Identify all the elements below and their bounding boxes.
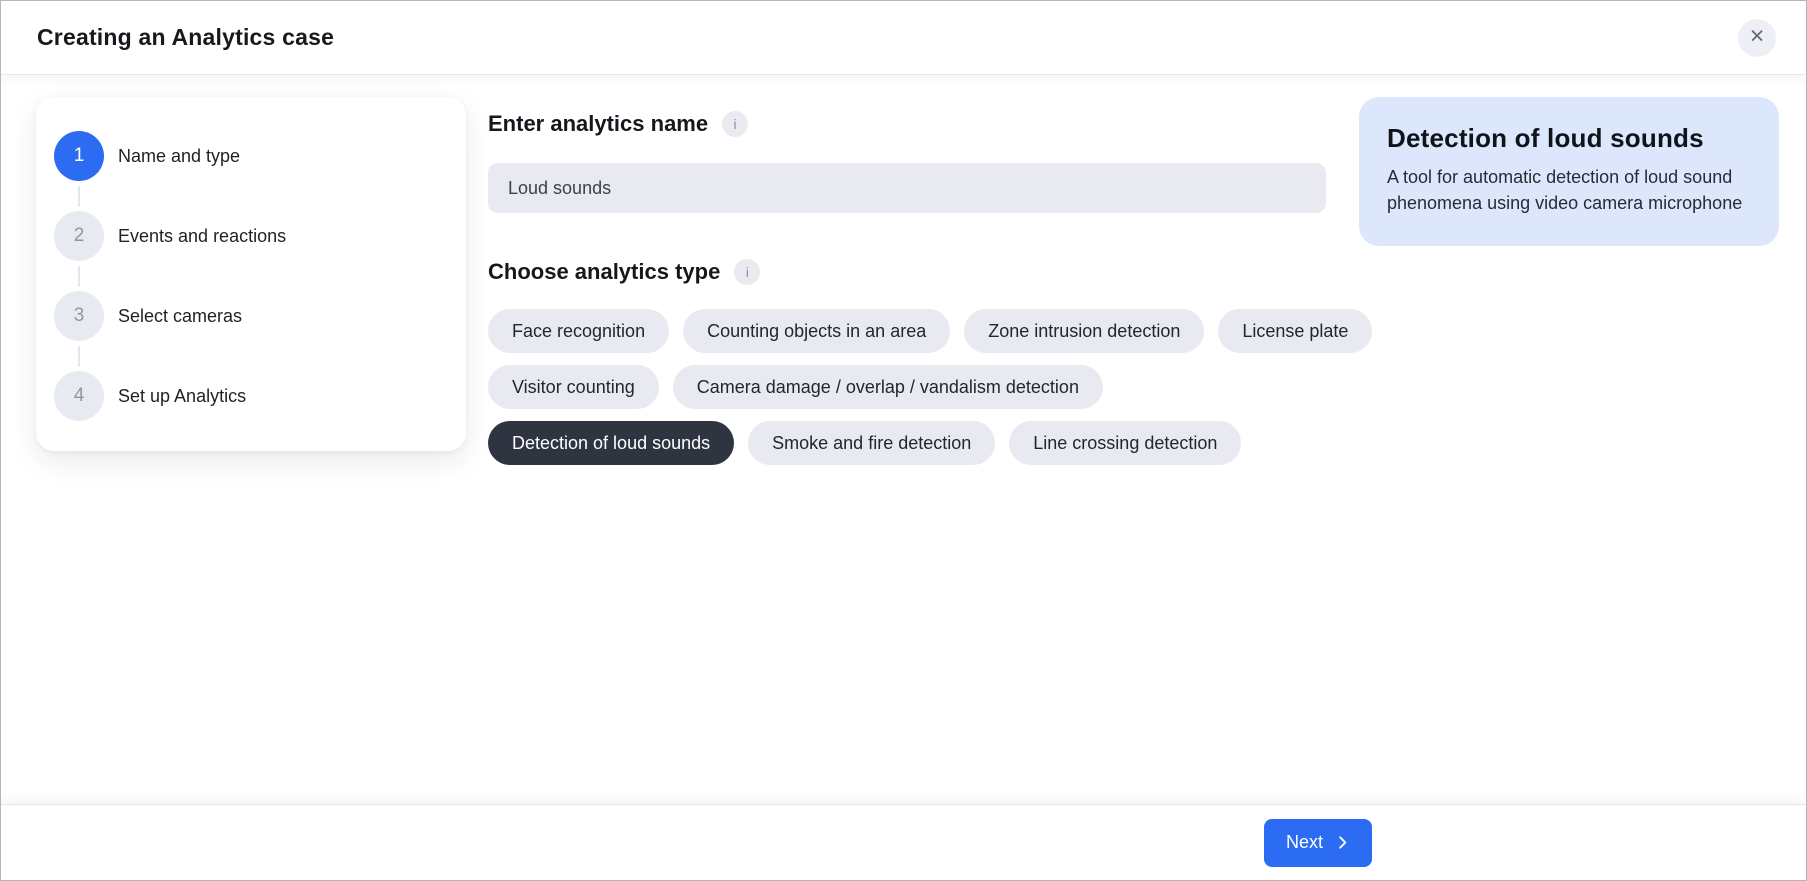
close-icon: × <box>1750 24 1765 49</box>
main-content: Enter analytics name i Choose analytics … <box>488 97 1326 477</box>
analytics-type-chip[interactable]: Zone intrusion detection <box>964 309 1204 353</box>
info-panel-description: A tool for automatic detection of loud s… <box>1387 164 1751 216</box>
stepper-step[interactable]: 3 Select cameras <box>54 291 442 341</box>
analytics-type-chip[interactable]: Face recognition <box>488 309 669 353</box>
analytics-case-modal: Creating an Analytics case × 1 Name and … <box>0 0 1807 881</box>
step-number-badge: 2 <box>54 211 104 261</box>
step-number-badge: 3 <box>54 291 104 341</box>
stepper: 1 Name and type 2 Events and reactions 3… <box>54 131 442 421</box>
stepper-card: 1 Name and type 2 Events and reactions 3… <box>36 97 466 451</box>
info-icon[interactable]: i <box>734 259 760 285</box>
step-number-badge: 4 <box>54 371 104 421</box>
info-panel-title: Detection of loud sounds <box>1387 123 1751 154</box>
analytics-type-chip[interactable]: Counting objects in an area <box>683 309 950 353</box>
page-title: Creating an Analytics case <box>37 24 334 51</box>
stepper-step[interactable]: 1 Name and type <box>54 131 442 181</box>
modal-footer: Next <box>1 804 1806 880</box>
next-button[interactable]: Next <box>1264 819 1372 867</box>
step-label: Select cameras <box>118 306 242 327</box>
analytics-name-input[interactable] <box>488 163 1326 213</box>
analytics-type-chip[interactable]: Smoke and fire detection <box>748 421 995 465</box>
analytics-type-chip[interactable]: Detection of loud sounds <box>488 421 734 465</box>
name-section-title: Enter analytics name <box>488 111 708 137</box>
step-label: Set up Analytics <box>118 386 246 407</box>
chevron-right-icon <box>1335 835 1350 850</box>
analytics-type-chip[interactable]: Visitor counting <box>488 365 659 409</box>
analytics-info-panel: Detection of loud sounds A tool for auto… <box>1359 97 1779 246</box>
analytics-type-chips: Face recognition Counting objects in an … <box>488 309 1326 465</box>
analytics-type-chip[interactable]: License plate <box>1218 309 1372 353</box>
analytics-type-chip[interactable]: Camera damage / overlap / vandalism dete… <box>673 365 1103 409</box>
analytics-type-chip[interactable]: Line crossing detection <box>1009 421 1241 465</box>
step-number-badge: 1 <box>54 131 104 181</box>
close-button[interactable]: × <box>1738 19 1776 57</box>
type-section-title: Choose analytics type <box>488 259 720 285</box>
name-section-header: Enter analytics name i <box>488 111 1326 137</box>
info-icon[interactable]: i <box>722 111 748 137</box>
next-button-label: Next <box>1286 832 1323 853</box>
chip-row: Face recognition Counting objects in an … <box>488 309 1326 353</box>
step-label: Name and type <box>118 146 240 167</box>
stepper-step[interactable]: 2 Events and reactions <box>54 211 442 261</box>
modal-body: 1 Name and type 2 Events and reactions 3… <box>1 75 1806 804</box>
stepper-step[interactable]: 4 Set up Analytics <box>54 371 442 421</box>
type-section-header: Choose analytics type i <box>488 259 1326 285</box>
chip-row: Visitor counting Camera damage / overlap… <box>488 365 1326 409</box>
step-label: Events and reactions <box>118 226 286 247</box>
modal-header: Creating an Analytics case × <box>1 1 1806 75</box>
chip-row: Detection of loud sounds Smoke and fire … <box>488 421 1326 465</box>
